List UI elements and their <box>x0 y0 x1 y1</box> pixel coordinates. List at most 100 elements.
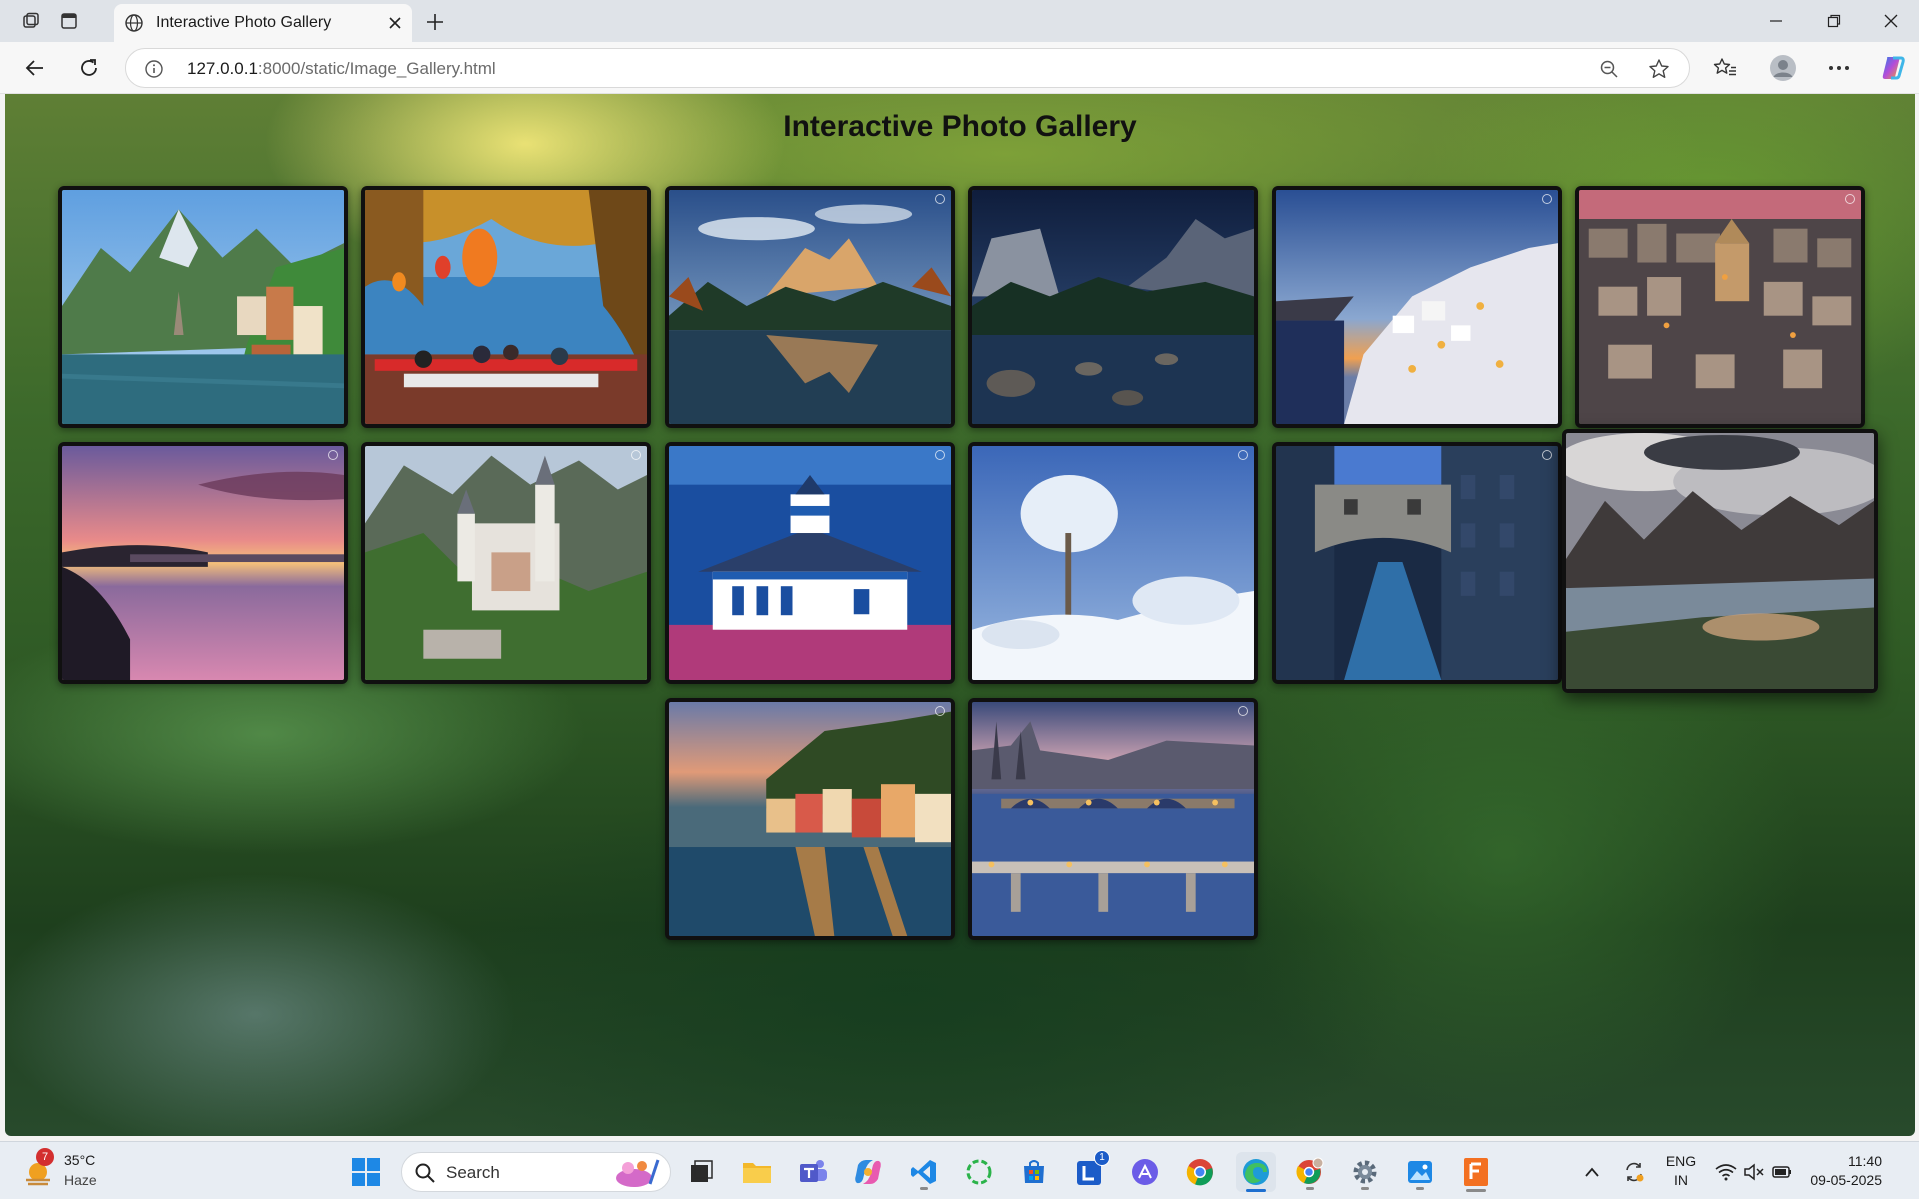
globe-icon <box>125 14 143 32</box>
chrome-profile-icon <box>1296 1157 1324 1184</box>
clock[interactable]: 11:40 09-05-2025 <box>1806 1152 1906 1190</box>
sync-tray-button[interactable] <box>1616 1152 1652 1192</box>
photo-oldtown-image <box>1579 190 1861 424</box>
weather-widget[interactable]: 7 35°C Haze <box>22 1148 112 1194</box>
vscode-button[interactable] <box>904 1152 944 1192</box>
photo-neuschwanstein-castle[interactable] <box>361 442 651 684</box>
taskbar: 7 35°C Haze Search 1 ENG IN 11:40 09-05-… <box>0 1141 1919 1199</box>
favorites-button[interactable] <box>1708 52 1742 84</box>
photos-app-button[interactable] <box>1400 1152 1440 1192</box>
taskbar-search[interactable]: Search <box>401 1152 671 1192</box>
file-explorer-button[interactable] <box>737 1152 777 1192</box>
photo-bridge-river-sunset[interactable] <box>58 442 348 684</box>
photo-lakeside-terrace-lanterns[interactable] <box>361 186 651 428</box>
photo-blue-white-lighthouse[interactable] <box>665 442 955 684</box>
edge-button[interactable] <box>1236 1152 1276 1192</box>
photo-mountain-lake-storm[interactable] <box>1562 429 1878 693</box>
search-icon <box>415 1163 435 1183</box>
close-window-button[interactable] <box>1862 0 1919 42</box>
f-app-button[interactable] <box>1456 1152 1496 1192</box>
chrome-profile-button[interactable] <box>1290 1152 1330 1192</box>
vscode-icon <box>911 1160 936 1184</box>
photo-snowy-tree[interactable] <box>968 442 1258 684</box>
favorite-star-icon[interactable] <box>1645 55 1673 83</box>
photo-bridge-sunset-image <box>62 446 344 680</box>
photo-castle-image <box>365 446 647 680</box>
copilot-app-button[interactable] <box>848 1152 888 1192</box>
vertical-tabs-button[interactable] <box>54 7 84 35</box>
watermark-icon <box>1845 194 1855 204</box>
restore-button[interactable] <box>1805 0 1863 42</box>
watermark-icon <box>1542 450 1552 460</box>
triangle-app-icon <box>1132 1159 1158 1185</box>
site-info-icon[interactable] <box>140 55 168 83</box>
triangle-app-button[interactable] <box>1125 1152 1165 1192</box>
search-label: Search <box>446 1163 500 1182</box>
url-text: 127.0.0.1:8000/static/Image_Gallery.html <box>187 59 496 79</box>
photo-lighthouse-image <box>669 446 951 680</box>
more-options-button[interactable] <box>1822 52 1856 84</box>
back-button[interactable] <box>18 52 52 84</box>
active-tab[interactable]: Interactive Photo Gallery <box>114 4 412 42</box>
favorites-icon <box>1713 58 1736 76</box>
l-app-button[interactable]: 1 <box>1070 1150 1110 1192</box>
photo-prague-bridges-night[interactable] <box>968 698 1258 940</box>
running-indicator <box>1466 1189 1486 1192</box>
address-bar: 127.0.0.1:8000/static/Image_Gallery.html <box>0 42 1919 94</box>
start-button[interactable] <box>346 1152 386 1192</box>
language-indicator[interactable]: ENG IN <box>1660 1152 1702 1190</box>
watermark-icon <box>631 450 641 460</box>
watermark-icon <box>935 194 945 204</box>
weather-badge: 7 <box>36 1148 54 1166</box>
chrome-button[interactable] <box>1180 1152 1220 1192</box>
teams-button[interactable] <box>793 1152 833 1192</box>
watermark-icon <box>1238 706 1248 716</box>
quick-settings-button[interactable] <box>1712 1152 1796 1192</box>
store-button[interactable] <box>1014 1152 1054 1192</box>
battery-icon <box>1772 1166 1791 1178</box>
photo-hallstatt-lake-village[interactable] <box>58 186 348 428</box>
page-viewport: Interactive Photo Gallery <box>5 94 1915 1136</box>
zoom-icon[interactable] <box>1595 55 1623 83</box>
show-hidden-icons-button[interactable] <box>1574 1152 1610 1192</box>
photos-icon <box>1408 1161 1432 1183</box>
close-icon <box>1884 14 1898 28</box>
photo-lakeside-colorful-village[interactable] <box>665 698 955 940</box>
url-host: 127.0.0.1 <box>187 59 258 78</box>
wifi-icon <box>1715 1164 1737 1181</box>
running-indicator <box>1416 1187 1424 1190</box>
store-icon <box>1024 1160 1044 1183</box>
photo-yosemite-river-night[interactable] <box>968 186 1258 428</box>
photo-santorini-image <box>1276 190 1558 424</box>
refresh-app-button[interactable] <box>959 1152 999 1192</box>
folder-icon <box>743 1163 771 1183</box>
workspaces-button[interactable] <box>16 7 46 35</box>
tab-title: Interactive Photo Gallery <box>156 14 332 31</box>
close-tab-icon[interactable] <box>388 16 402 30</box>
url-field[interactable]: 127.0.0.1:8000/static/Image_Gallery.html <box>125 48 1690 88</box>
settings-button[interactable] <box>1345 1152 1385 1192</box>
workspaces-icon <box>23 12 39 28</box>
minimize-button[interactable] <box>1747 0 1805 42</box>
task-view-icon <box>691 1160 713 1182</box>
watermark-icon <box>328 450 338 460</box>
task-view-button[interactable] <box>681 1152 721 1192</box>
profile-button[interactable] <box>1766 52 1800 84</box>
photo-mountain-lake-reflection[interactable] <box>665 186 955 428</box>
photo-venice-image <box>1276 446 1558 680</box>
copilot-button[interactable] <box>1876 52 1910 84</box>
reload-button[interactable] <box>72 52 106 84</box>
watermark-icon <box>935 450 945 460</box>
photo-santorini-sunset[interactable] <box>1272 186 1562 428</box>
clock-date: 09-05-2025 <box>1810 1172 1882 1188</box>
teams-icon <box>800 1160 827 1182</box>
photo-bridge-of-sighs-venice[interactable] <box>1272 442 1562 684</box>
new-tab-button[interactable] <box>420 8 450 36</box>
photo-hilltop-old-town-dusk[interactable] <box>1575 186 1865 428</box>
windows-icon <box>352 1158 380 1186</box>
running-indicator <box>1361 1187 1369 1190</box>
search-highlight-icon <box>616 1159 660 1187</box>
clock-time: 11:40 <box>1848 1153 1882 1169</box>
photo-yosemite-image <box>972 190 1254 424</box>
gear-icon <box>1353 1160 1377 1184</box>
